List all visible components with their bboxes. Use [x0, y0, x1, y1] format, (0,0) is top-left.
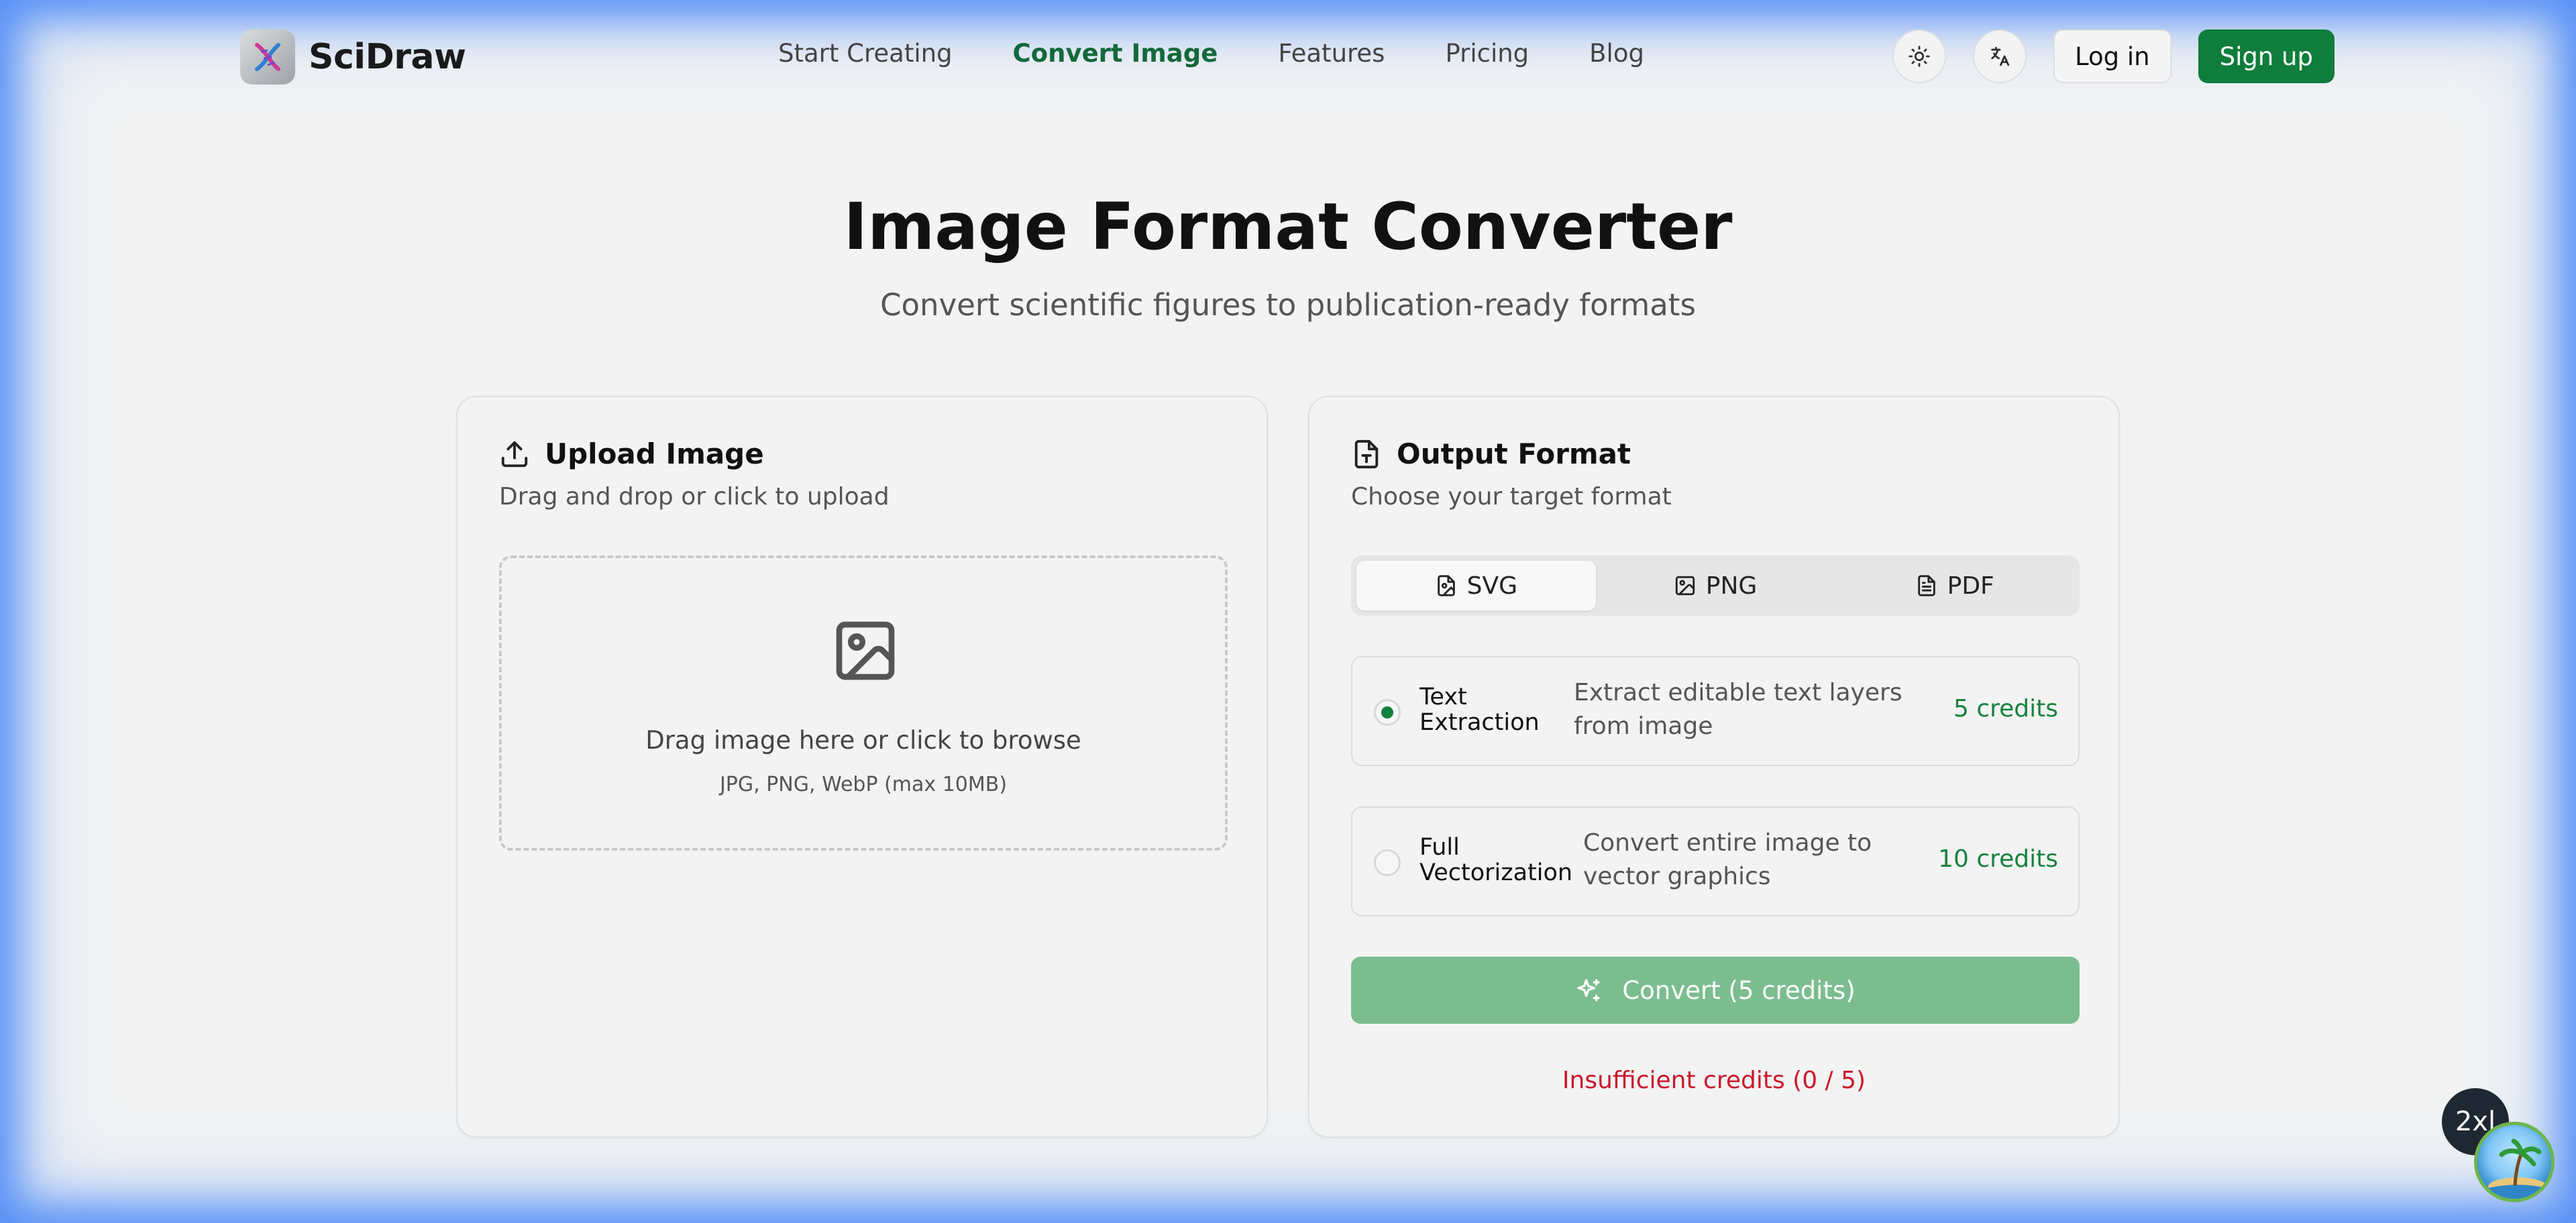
radio-full-vectorization[interactable]: [1374, 849, 1401, 876]
output-card-description: Choose your target format: [1351, 483, 1672, 511]
nav-start-creating[interactable]: Start Creating: [778, 39, 953, 68]
convert-button-label: Convert (5 credits): [1622, 975, 1856, 1005]
language-button[interactable]: [1973, 30, 2027, 83]
option-full-vectorization-credits: 10 credits: [1938, 845, 2058, 873]
upload-card-title: Upload Image: [545, 437, 764, 470]
radio-text-extraction[interactable]: [1374, 699, 1401, 726]
option-text-extraction-name: Text Extraction: [1419, 684, 1540, 735]
output-format-card: Output Format Choose your target format …: [1308, 396, 2120, 1138]
top-navbar: SciDraw Start Creating Convert Image Fea…: [0, 0, 2576, 114]
convert-button[interactable]: Convert (5 credits): [1351, 957, 2080, 1024]
main-nav: Start Creating Convert Image Features Pr…: [778, 39, 1705, 68]
option-name-line2: Vectorization: [1419, 859, 1573, 886]
screen-frame-glow: [0, 0, 2576, 1223]
insufficient-credits-message: Insufficient credits (0 / 5): [1562, 1067, 1866, 1094]
translate-icon: [1991, 46, 2010, 66]
sun-icon: [1909, 46, 1930, 67]
option-full-vectorization[interactable]: Full Vectorization Convert entire image …: [1351, 806, 2080, 916]
option-name-line1: Text: [1419, 684, 1467, 710]
output-card-title: Output Format: [1397, 437, 1631, 470]
upload-card: Upload Image Drag and drop or click to u…: [456, 396, 1268, 1138]
option-name-line1: Full: [1419, 834, 1460, 861]
option-name-line2: Extraction: [1419, 709, 1540, 736]
brand-logo[interactable]: SciDraw: [240, 30, 466, 85]
signup-button[interactable]: Sign up: [2198, 30, 2334, 83]
nav-features[interactable]: Features: [1278, 39, 1385, 68]
file-text-icon: [1917, 575, 1935, 596]
upload-card-header: Upload Image: [499, 437, 764, 470]
tab-png[interactable]: PNG: [1596, 561, 1835, 610]
option-full-vectorization-name: Full Vectorization: [1419, 835, 1572, 886]
dna-logo-icon: [240, 30, 295, 85]
tab-svg[interactable]: SVG: [1356, 561, 1596, 610]
image-dropzone[interactable]: Drag image here or click to browse JPG, …: [499, 555, 1228, 851]
dropzone-hint: JPG, PNG, WebP (max 10MB): [719, 773, 1008, 796]
dropzone-text: Drag image here or click to browse: [645, 726, 1081, 755]
file-type-icon: [1354, 439, 1379, 468]
page-subtitle: Convert scientific figures to publicatio…: [880, 287, 1696, 323]
option-text-extraction[interactable]: Text Extraction Extract editable text la…: [1351, 656, 2080, 766]
nav-convert-image[interactable]: Convert Image: [1013, 39, 1218, 68]
option-text-extraction-description: Extract editable text layers from image: [1574, 679, 1902, 740]
login-button[interactable]: Log in: [2053, 30, 2171, 83]
brand-name: SciDraw: [309, 37, 466, 77]
file-image-icon: [1437, 575, 1455, 596]
format-tabs: SVG PNG PDF: [1351, 555, 2080, 616]
upload-icon: [501, 441, 528, 467]
option-full-vectorization-description: Convert entire image to vector graphics: [1583, 829, 1872, 890]
page-title: Image Format Converter: [843, 189, 1733, 264]
tab-pdf-label: PDF: [1947, 572, 1994, 600]
nav-blog[interactable]: Blog: [1589, 39, 1644, 68]
tab-pdf[interactable]: PDF: [1835, 561, 2074, 610]
theme-toggle-button[interactable]: [1892, 30, 1947, 83]
tab-svg-label: SVG: [1466, 572, 1518, 600]
header-actions: Log in Sign up: [1892, 30, 2334, 83]
output-card-header: Output Format: [1351, 437, 1631, 470]
tab-png-label: PNG: [1705, 572, 1758, 600]
option-text-extraction-credits: 5 credits: [1953, 695, 2058, 723]
upload-card-description: Drag and drop or click to upload: [499, 483, 890, 511]
image-icon: [1675, 576, 1695, 596]
sparkles-icon: [1577, 979, 1601, 1002]
nav-pricing[interactable]: Pricing: [1445, 39, 1529, 68]
island-avatar-icon[interactable]: [2474, 1122, 2555, 1202]
image-placeholder-icon: [836, 621, 895, 680]
